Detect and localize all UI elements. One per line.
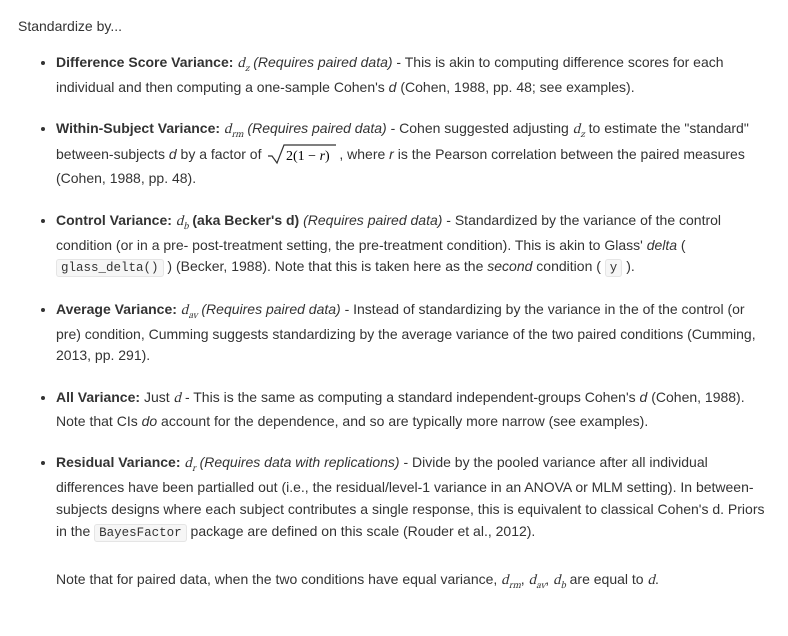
list-item: Within-Subject Variance: drm (Requires p… — [56, 118, 770, 189]
item-title: Control Variance: — [56, 212, 172, 228]
item-prefix: Just — [144, 389, 174, 405]
item-title: Average Variance: — [56, 301, 177, 317]
svg-text:2(1 − r): 2(1 − r) — [286, 149, 330, 164]
item-title: Within-Subject Variance: — [56, 120, 220, 136]
item-requirement: (Requires paired data) — [201, 301, 340, 317]
list-item: Average Variance: dav (Requires paired d… — [56, 299, 770, 367]
item-body: Within-Subject Variance: drm (Requires p… — [56, 118, 770, 189]
item-body: Difference Score Variance: dz (Requires … — [56, 52, 770, 99]
item-title: Residual Variance: — [56, 454, 181, 470]
item-requirement: (Requires paired data) — [253, 54, 392, 70]
item-body: Residual Variance: dr (Requires data wit… — [56, 452, 770, 543]
item-requirement: (Requires data with replications) — [200, 454, 400, 470]
item-aka: (aka Becker's d) — [192, 212, 299, 228]
item-symbol: dr — [184, 454, 195, 470]
item-body: Average Variance: dav (Requires paired d… — [56, 299, 770, 367]
list-item: Difference Score Variance: dz (Requires … — [56, 52, 770, 99]
item-symbol: dav — [181, 301, 198, 317]
list-item: Control Variance: db (aka Becker's d) (R… — [56, 210, 770, 279]
item-note: Note that for paired data, when the two … — [56, 569, 770, 594]
lead-text: Standardize by... — [18, 16, 770, 38]
item-body: All Variance: Just d - This is the same … — [56, 387, 770, 432]
item-symbol: drm — [224, 120, 244, 136]
item-title: Difference Score Variance: — [56, 54, 233, 70]
standardize-list: Difference Score Variance: dz (Requires … — [18, 52, 770, 594]
list-item: All Variance: Just d - This is the same … — [56, 387, 770, 432]
item-title: All Variance: — [56, 389, 140, 405]
item-symbol: dz — [237, 54, 249, 70]
item-body: Control Variance: db (aka Becker's d) (R… — [56, 210, 770, 279]
list-item: Residual Variance: dr (Requires data wit… — [56, 452, 770, 593]
item-symbol: db — [176, 212, 189, 228]
item-symbol: d — [174, 389, 182, 405]
item-requirement: (Requires paired data) — [303, 212, 442, 228]
item-requirement: (Requires paired data) — [247, 120, 386, 136]
